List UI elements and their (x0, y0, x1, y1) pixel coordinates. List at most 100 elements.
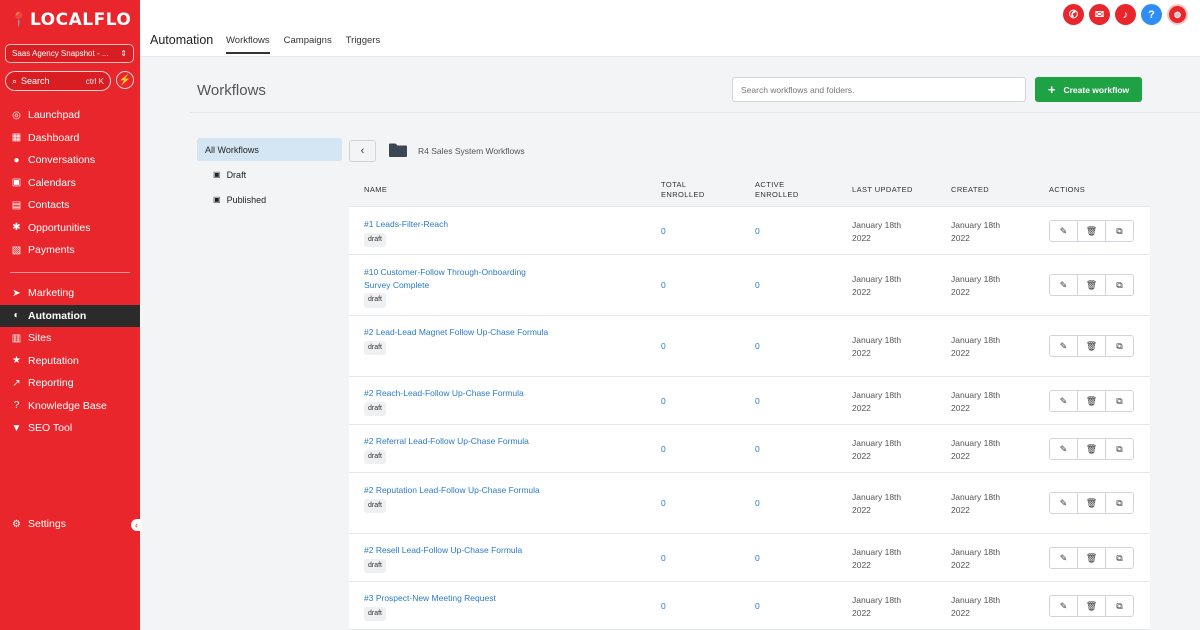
active-enrolled-value[interactable]: 0 (755, 396, 760, 406)
copy-icon[interactable]: ⧉ (1105, 390, 1134, 412)
sidebar-item-label: Payments (28, 244, 75, 257)
edit-icon[interactable]: ✎ (1049, 547, 1078, 569)
active-enrolled-value[interactable]: 0 (755, 226, 760, 236)
search-icon: ⌕ (12, 75, 18, 86)
workflow-name-link[interactable]: #2 Reach-Lead-Follow Up-Chase Formula (364, 387, 549, 400)
total-enrolled-value[interactable]: 0 (661, 553, 666, 563)
active-enrolled-value[interactable]: 0 (755, 498, 760, 508)
sidebar-search[interactable]: ⌕ Search ctrl K (5, 71, 111, 91)
active-enrolled-value[interactable]: 0 (755, 280, 760, 290)
copy-icon[interactable]: ⧉ (1105, 220, 1134, 242)
edit-icon[interactable]: ✎ (1049, 492, 1078, 514)
folder-label: All Workflows (205, 144, 259, 155)
bell-icon[interactable]: ♪ (1115, 4, 1136, 25)
back-button[interactable]: ‹ (349, 140, 376, 162)
sidebar-item-knowledge-base[interactable]: ? Knowledge Base (0, 395, 140, 418)
total-enrolled-value[interactable]: 0 (661, 601, 666, 611)
col-active-enrolled[interactable]: ACTIVE ENROLLED (755, 180, 799, 200)
workflow-name-link[interactable]: #1 Leads-Filter-Reach (364, 218, 549, 231)
quick-action-bolt-icon[interactable]: ⚡ (116, 71, 134, 89)
workflow-name-link[interactable]: #3 Prospect-New Meeting Request (364, 592, 549, 605)
tab-triggers[interactable]: Triggers (346, 35, 381, 54)
col-last-updated[interactable]: LAST UPDATED (852, 185, 913, 195)
table-row[interactable]: #3 Prospect-New Meeting Request draft 0 … (349, 582, 1150, 630)
header-tabs: Workflows Campaigns Triggers (226, 35, 380, 54)
sidebar-item-payments[interactable]: ▧ Payments (0, 239, 140, 262)
trash-icon[interactable]: 🗑 (1077, 438, 1106, 460)
edit-icon[interactable]: ✎ (1049, 335, 1078, 357)
edit-icon[interactable]: ✎ (1049, 595, 1078, 617)
trash-icon[interactable]: 🗑 (1077, 220, 1106, 242)
avatar[interactable]: ◍ (1167, 4, 1188, 25)
folder-all-workflows[interactable]: All Workflows (197, 138, 342, 161)
copy-icon[interactable]: ⧉ (1105, 335, 1134, 357)
edit-icon[interactable]: ✎ (1049, 274, 1078, 296)
trash-icon[interactable]: 🗑 (1077, 492, 1106, 514)
account-switcher[interactable]: Saas Agency Snapshot - ... ⇕ (5, 44, 134, 63)
active-enrolled-value[interactable]: 0 (755, 553, 760, 563)
active-enrolled-value[interactable]: 0 (755, 341, 760, 351)
total-enrolled-value[interactable]: 0 (661, 396, 666, 406)
copy-icon[interactable]: ⧉ (1105, 595, 1134, 617)
folder-draft[interactable]: ▣ Draft (197, 163, 342, 186)
table-row[interactable]: #10 Customer-Follow Through-Onboarding S… (349, 255, 1150, 316)
workflow-name-link[interactable]: #2 Resell Lead-Follow Up-Chase Formula (364, 544, 549, 557)
col-created[interactable]: CREATED (951, 185, 989, 195)
edit-icon[interactable]: ✎ (1049, 220, 1078, 242)
table-row[interactable]: #2 Referral Lead-Follow Up-Chase Formula… (349, 425, 1150, 473)
sidebar-item-conversations[interactable]: ● Conversations (0, 149, 140, 172)
table-row[interactable]: #2 Resell Lead-Follow Up-Chase Formula d… (349, 534, 1150, 582)
col-name[interactable]: NAME (364, 185, 387, 195)
table-row[interactable]: #1 Leads-Filter-Reach draft 0 0 January … (349, 207, 1150, 255)
row-actions: ✎ 🗑 ⧉ (1049, 335, 1134, 357)
collapse-sidebar-button[interactable]: ‹ (131, 519, 142, 531)
sidebar-item-launchpad[interactable]: ◎ Launchpad (0, 104, 140, 127)
sidebar-item-settings[interactable]: ⚙ Settings (0, 513, 140, 536)
table-row[interactable]: #2 Lead-Lead Magnet Follow Up-Chase Form… (349, 316, 1150, 377)
workflow-name-link[interactable]: #10 Customer-Follow Through-Onboarding S… (364, 266, 549, 291)
sidebar-item-reputation[interactable]: ★ Reputation (0, 350, 140, 373)
active-enrolled-value[interactable]: 0 (755, 601, 760, 611)
logo[interactable]: 📍 LOCALFLO (10, 10, 131, 30)
workflow-name-link[interactable]: #2 Lead-Lead Magnet Follow Up-Chase Form… (364, 326, 549, 339)
search-input[interactable]: Search workflows and folders. (732, 77, 1026, 102)
sidebar-item-automation[interactable]: ◐ Automation (0, 304, 140, 327)
table-row[interactable]: #2 Reach-Lead-Follow Up-Chase Formula dr… (349, 377, 1150, 425)
megaphone-icon[interactable]: ✉ (1089, 4, 1110, 25)
phone-icon[interactable]: ✆ (1063, 4, 1084, 25)
tab-workflows[interactable]: Workflows (226, 35, 270, 54)
copy-icon[interactable]: ⧉ (1105, 274, 1134, 296)
tab-campaigns[interactable]: Campaigns (284, 35, 332, 54)
sidebar-item-opportunities[interactable]: ✱ Opportunities (0, 217, 140, 240)
total-enrolled-value[interactable]: 0 (661, 280, 666, 290)
sidebar-item-contacts[interactable]: ▤ Contacts (0, 194, 140, 217)
copy-icon[interactable]: ⧉ (1105, 438, 1134, 460)
active-enrolled-value[interactable]: 0 (755, 444, 760, 454)
total-enrolled-value[interactable]: 0 (661, 341, 666, 351)
create-workflow-button[interactable]: + Create workflow (1035, 77, 1142, 102)
workflow-name-link[interactable]: #2 Reputation Lead-Follow Up-Chase Formu… (364, 484, 549, 497)
sidebar-item-marketing[interactable]: ➤ Marketing (0, 282, 140, 305)
trash-icon[interactable]: 🗑 (1077, 390, 1106, 412)
trash-icon[interactable]: 🗑 (1077, 335, 1106, 357)
total-enrolled-value[interactable]: 0 (661, 444, 666, 454)
trash-icon[interactable]: 🗑 (1077, 595, 1106, 617)
help-circle-icon[interactable]: ? (1141, 4, 1162, 25)
edit-icon[interactable]: ✎ (1049, 438, 1078, 460)
sidebar-item-dashboard[interactable]: ▦ Dashboard (0, 127, 140, 150)
total-enrolled-value[interactable]: 0 (661, 226, 666, 236)
trash-icon[interactable]: 🗑 (1077, 547, 1106, 569)
edit-icon[interactable]: ✎ (1049, 390, 1078, 412)
copy-icon[interactable]: ⧉ (1105, 492, 1134, 514)
table-row[interactable]: #2 Reputation Lead-Follow Up-Chase Formu… (349, 473, 1150, 534)
sidebar-item-reporting[interactable]: ↗ Reporting (0, 372, 140, 395)
folder-published[interactable]: ▣ Published (197, 188, 342, 211)
copy-icon[interactable]: ⧉ (1105, 547, 1134, 569)
total-enrolled-value[interactable]: 0 (661, 498, 666, 508)
sidebar-item-calendars[interactable]: ▣ Calendars (0, 172, 140, 195)
col-total-enrolled[interactable]: TOTAL ENROLLED (661, 180, 705, 200)
trash-icon[interactable]: 🗑 (1077, 274, 1106, 296)
sidebar-item-sites[interactable]: ▥ Sites (0, 327, 140, 350)
workflow-name-link[interactable]: #2 Referral Lead-Follow Up-Chase Formula (364, 435, 549, 448)
sidebar-item-seo-tool[interactable]: ▼ SEO Tool (0, 417, 140, 440)
